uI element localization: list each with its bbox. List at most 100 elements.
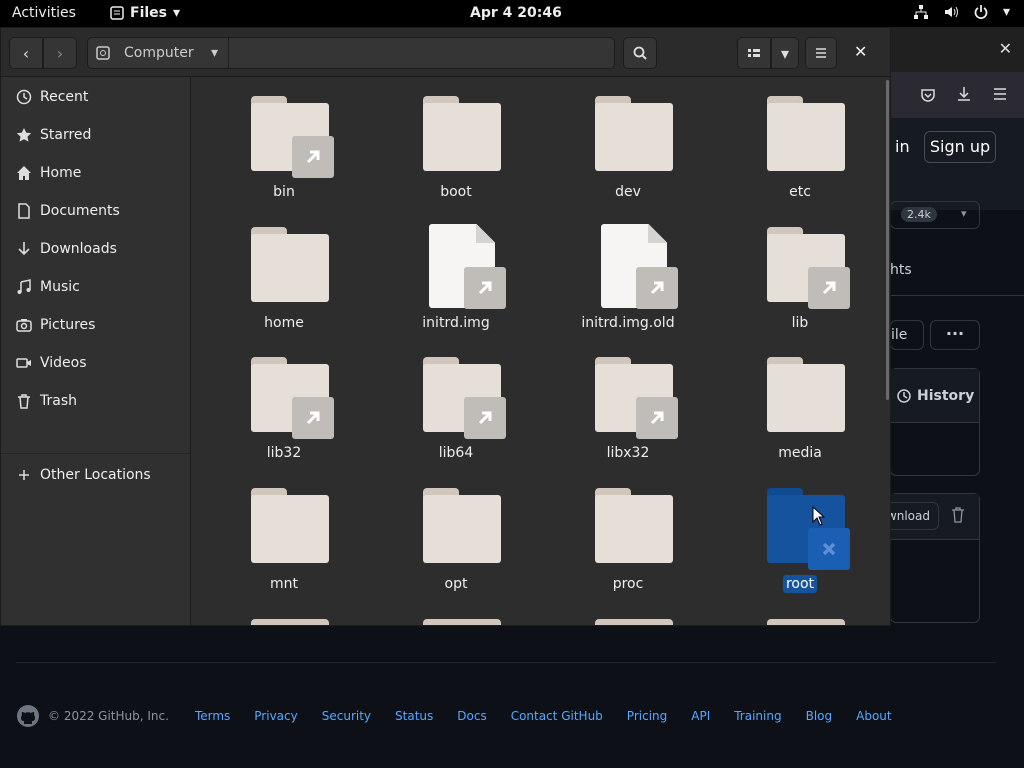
folder-item-opt[interactable]: opt xyxy=(370,469,530,597)
sign-in-link[interactable]: in xyxy=(895,137,910,156)
folder-item-root[interactable]: root xyxy=(714,469,874,597)
view-toggle-button[interactable] xyxy=(737,37,771,69)
symlink-arrow-icon xyxy=(292,136,334,178)
footer-link-security[interactable]: Security xyxy=(322,709,371,723)
home-icon xyxy=(16,165,32,181)
sidebar-item-music[interactable]: Music xyxy=(1,270,190,304)
sidebar-item-label: Music xyxy=(40,279,80,295)
item-label: lib32 xyxy=(266,445,302,461)
folder-item-proc[interactable]: proc xyxy=(542,469,702,597)
sidebar-item-label: Starred xyxy=(40,127,92,143)
more-options-button[interactable]: ··· xyxy=(930,320,980,350)
sidebar-item-videos[interactable]: Videos xyxy=(1,346,190,380)
chevron-down-icon: ▾ xyxy=(780,43,790,63)
footer-link-terms[interactable]: Terms xyxy=(195,709,230,723)
pocket-icon[interactable] xyxy=(920,87,936,103)
forward-button[interactable]: › xyxy=(43,37,77,69)
star-count-button[interactable]: 2.4k ▾ xyxy=(890,201,980,229)
sidebar-item-home[interactable]: Home xyxy=(1,156,190,190)
sidebar-item-label: Downloads xyxy=(40,241,117,257)
folder-item-boot[interactable]: boot xyxy=(370,77,530,205)
sidebar-item-label: Videos xyxy=(40,355,87,371)
chevron-left-icon: ‹ xyxy=(22,43,30,63)
item-label: lib xyxy=(791,315,809,331)
activities-button[interactable]: Activities xyxy=(12,5,76,21)
sidebar-item-recent[interactable]: Recent xyxy=(1,80,190,114)
folder-item-lib32[interactable]: lib32 xyxy=(198,338,358,466)
footer-link-api[interactable]: API xyxy=(691,709,710,723)
main-menu-button[interactable] xyxy=(805,37,837,69)
folder-icon xyxy=(754,354,845,439)
sidebar-item-downloads[interactable]: Downloads xyxy=(1,232,190,266)
file-grid: bin boot dev etc home initrd.img initrd.… xyxy=(192,77,888,625)
history-link[interactable]: History xyxy=(891,369,979,423)
download-icon[interactable] xyxy=(956,86,972,102)
chevron-right-icon: › xyxy=(56,43,64,63)
trash-icon[interactable] xyxy=(951,507,965,523)
item-label: bin xyxy=(273,184,295,200)
sidebar-item-starred[interactable]: Starred xyxy=(1,118,190,152)
folder-icon xyxy=(582,93,673,178)
path-bar[interactable]: Computer ▾ xyxy=(87,37,615,69)
clock-icon xyxy=(16,89,32,105)
footer-link-contact[interactable]: Contact GitHub xyxy=(511,709,603,723)
go-to-file-button[interactable]: ile xyxy=(890,320,924,350)
symlink-arrow-icon xyxy=(636,267,678,309)
folder-icon xyxy=(582,485,673,570)
insights-tab[interactable]: hts xyxy=(890,262,912,278)
sidebar-item-label: Home xyxy=(40,165,82,181)
symlink-arrow-icon xyxy=(464,267,506,309)
file-icon xyxy=(582,224,678,309)
sidebar-item-trash[interactable]: Trash xyxy=(1,384,190,418)
github-logo-icon[interactable] xyxy=(16,704,40,728)
app-menu[interactable]: Files ▾ xyxy=(110,5,180,21)
footer-link-about[interactable]: About xyxy=(856,709,891,723)
folder-icon xyxy=(238,485,329,570)
file-item-initrd-img[interactable]: initrd.img xyxy=(370,208,530,336)
folder-item-dev[interactable]: dev xyxy=(542,77,702,205)
folder-item-etc[interactable]: etc xyxy=(714,77,874,205)
system-tray[interactable]: ▾ xyxy=(913,4,1010,20)
folder-item-bin[interactable]: bin xyxy=(198,77,358,205)
menu-icon[interactable] xyxy=(992,86,1008,102)
search-button[interactable] xyxy=(623,37,657,69)
back-button[interactable]: ‹ xyxy=(9,37,43,69)
view-options-button[interactable]: ▾ xyxy=(771,37,799,69)
footer-link-privacy[interactable]: Privacy xyxy=(254,709,297,723)
folder-item-lib[interactable]: lib xyxy=(714,208,874,336)
scrollbar[interactable] xyxy=(886,80,889,400)
footer-link-blog[interactable]: Blog xyxy=(806,709,833,723)
sidebar-item-other-locations[interactable]: Other Locations xyxy=(1,458,190,492)
app-menu-label: Files xyxy=(130,5,167,21)
footer-link-training[interactable]: Training xyxy=(734,709,781,723)
folder-item-lib64[interactable]: lib64 xyxy=(370,338,530,466)
close-icon[interactable]: ✕ xyxy=(999,39,1012,58)
folder-item-media[interactable]: media xyxy=(714,338,874,466)
sidebar-item-pictures[interactable]: Pictures xyxy=(1,308,190,342)
folder-item-home[interactable]: home xyxy=(198,208,358,336)
footer-link-pricing[interactable]: Pricing xyxy=(627,709,667,723)
footer-link-docs[interactable]: Docs xyxy=(457,709,486,723)
path-segment-computer[interactable]: Computer ▾ xyxy=(88,38,229,68)
clock[interactable]: Apr 4 20:46 xyxy=(470,5,562,21)
folder-item-libx32[interactable]: libx32 xyxy=(542,338,702,466)
folder-item-mnt[interactable]: mnt xyxy=(198,469,358,597)
file-box-header: wnload xyxy=(881,494,979,540)
item-label: home xyxy=(264,315,304,331)
folder-icon xyxy=(410,485,501,570)
sign-up-button[interactable]: Sign up xyxy=(924,131,996,163)
network-icon xyxy=(913,5,928,19)
files-app-icon xyxy=(110,6,124,20)
list-view-icon xyxy=(748,49,760,57)
footer-link-status[interactable]: Status xyxy=(395,709,433,723)
symlink-arrow-icon xyxy=(292,397,334,439)
sidebar-item-documents[interactable]: Documents xyxy=(1,194,190,228)
item-label: opt xyxy=(444,576,468,592)
locked-x-icon xyxy=(808,528,850,570)
close-window-button[interactable]: ✕ xyxy=(854,42,867,61)
top-bar: Activities Files ▾ Apr 4 20:46 ▾ xyxy=(0,0,1024,27)
item-label: libx32 xyxy=(606,445,650,461)
volume-icon xyxy=(944,6,958,18)
history-label: History xyxy=(917,387,975,404)
file-item-initrd-img-old[interactable]: initrd.img.old xyxy=(542,208,702,336)
